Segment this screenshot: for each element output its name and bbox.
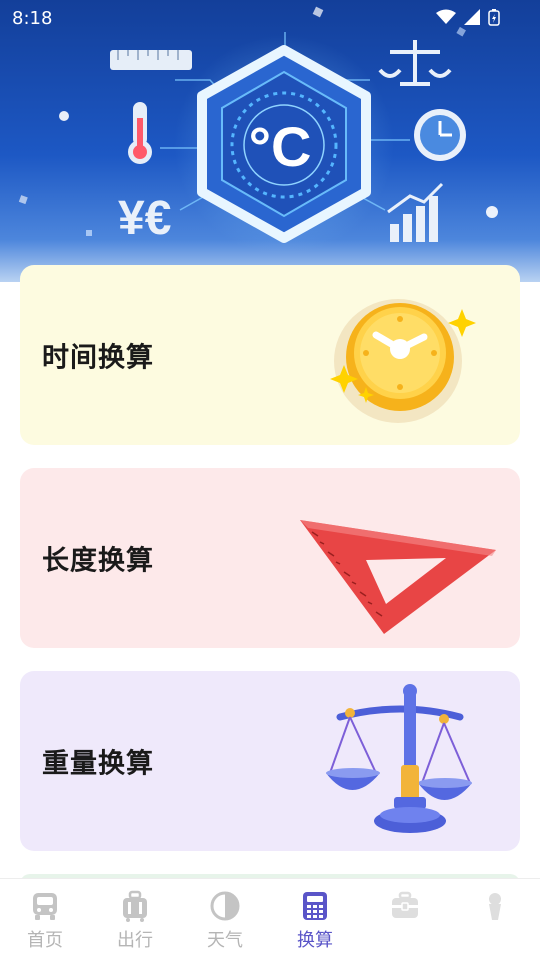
length-conversion-card[interactable]: 长度换算 bbox=[20, 468, 520, 648]
nav-item-home[interactable]: 首页 bbox=[0, 879, 90, 960]
calculator-icon bbox=[303, 892, 327, 920]
status-icons bbox=[436, 8, 500, 26]
time-conversion-card[interactable]: 时间换算 bbox=[20, 265, 520, 445]
growth-chart-icon bbox=[387, 182, 444, 242]
nav-item-convert[interactable]: 换算 bbox=[270, 879, 360, 960]
cell-signal-icon bbox=[464, 9, 480, 25]
length-conversion-label: 长度换算 bbox=[42, 545, 154, 577]
thermometer-icon bbox=[128, 102, 152, 164]
ruler-icon bbox=[110, 50, 192, 70]
clock-banner-icon bbox=[414, 109, 466, 161]
weight-conversion-label: 重量换算 bbox=[42, 748, 154, 780]
header-banner: °C ¥€ bbox=[0, 0, 540, 282]
wifi-icon bbox=[436, 9, 456, 24]
status-bar: 8:18 bbox=[0, 0, 540, 36]
bottom-navigation: 首页 出行 天气 换算 bbox=[0, 878, 540, 960]
banner-illustration: °C ¥€ bbox=[18, 6, 498, 255]
battery-icon bbox=[488, 9, 500, 26]
balance-scale-icon bbox=[326, 684, 472, 833]
time-conversion-label: 时间换算 bbox=[42, 342, 154, 374]
balance-icon bbox=[378, 40, 452, 86]
half-circle-icon bbox=[210, 891, 240, 921]
nav-label-travel: 出行 bbox=[117, 930, 153, 951]
clock-icon bbox=[330, 299, 476, 423]
bus-icon bbox=[33, 893, 57, 920]
nav-item-profile[interactable] bbox=[450, 879, 540, 960]
nav-label-home: 首页 bbox=[27, 930, 63, 951]
nav-item-tools[interactable] bbox=[360, 879, 450, 960]
toolbox-icon bbox=[392, 891, 418, 918]
celsius-symbol: °C bbox=[249, 115, 312, 178]
nav-item-weather[interactable]: 天气 bbox=[180, 879, 270, 960]
currency-symbols: ¥€ bbox=[118, 192, 171, 245]
nav-label-convert: 换算 bbox=[297, 930, 333, 951]
person-icon bbox=[489, 893, 501, 920]
nav-item-travel[interactable]: 出行 bbox=[90, 879, 180, 960]
nav-label-weather: 天气 bbox=[207, 930, 243, 951]
weight-conversion-card[interactable]: 重量换算 bbox=[20, 671, 520, 851]
status-time: 8:18 bbox=[12, 8, 53, 29]
ruler-triangle-icon bbox=[300, 520, 496, 634]
luggage-icon bbox=[123, 890, 147, 922]
